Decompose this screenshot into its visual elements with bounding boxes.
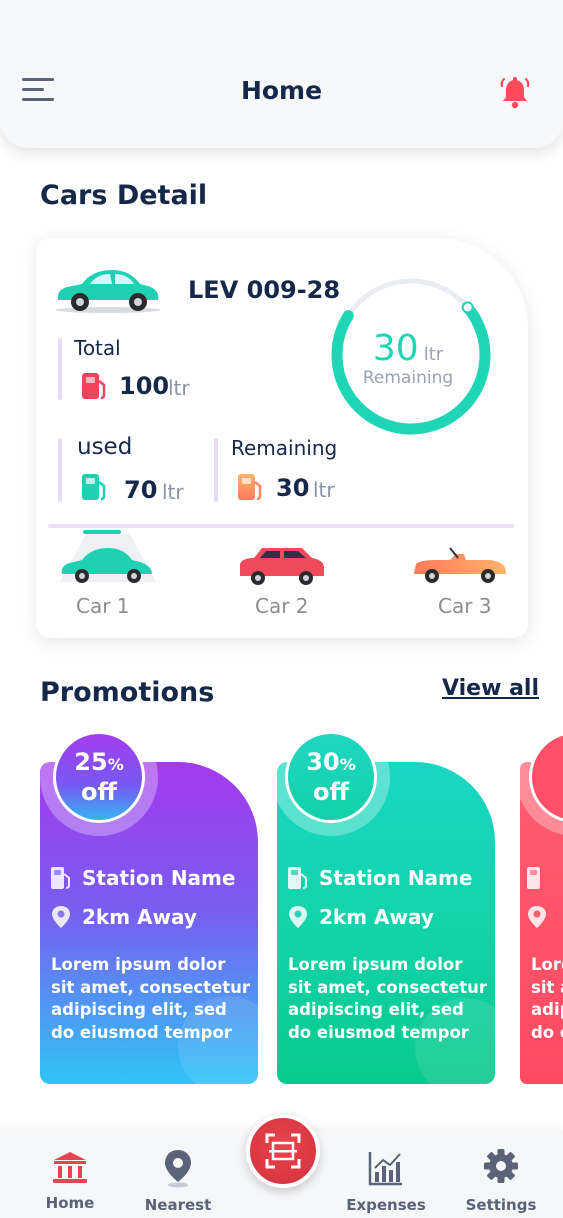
cars-detail-title: Cars Detail [40, 180, 208, 211]
fuel-station-icon [51, 867, 70, 889]
nav-home-label: Home [45, 1194, 95, 1212]
gauge-caption: Remaining [362, 368, 454, 388]
nav-settings[interactable]: Settings [451, 1130, 551, 1218]
used-value: 70 [124, 476, 158, 504]
license-plate: LEV 009-28 [188, 276, 341, 304]
nav-expenses-label: Expenses [346, 1196, 426, 1214]
scan-icon [265, 1133, 301, 1169]
car-detail-card: LEV 009-28 Total 100 ltr used 70 ltr Rem… [36, 238, 528, 638]
nav-settings-label: Settings [465, 1196, 537, 1214]
discount-value: 2 [532, 748, 563, 776]
used-label: used [77, 434, 133, 460]
stat-divider [214, 438, 218, 502]
station-name: Station Name [319, 866, 473, 890]
bank-icon [53, 1152, 87, 1183]
discount-value: 25 [74, 748, 108, 776]
fuel-station-icon [527, 867, 540, 889]
car-2-image[interactable] [236, 542, 328, 586]
discount-badge: 30% off [272, 718, 390, 836]
fuel-pump-icon [238, 474, 262, 501]
stat-divider [58, 438, 62, 502]
discount-percent-sign: % [107, 755, 124, 774]
total-unit: ltr [168, 376, 190, 400]
car-1-image[interactable] [56, 534, 160, 584]
nav-nearest[interactable]: Nearest [128, 1130, 228, 1218]
car-tab-2[interactable]: Car 2 [255, 594, 309, 618]
promotion-description: Lorem ipsum dolor sit amet, consectetur … [288, 955, 488, 1042]
location-pin-icon [165, 1150, 191, 1188]
discount-value: 30 [306, 748, 340, 776]
fuel-remaining-gauge: 30 ltr Remaining [328, 272, 498, 442]
discount-off-label: o [532, 778, 563, 806]
fuel-station-icon [288, 867, 307, 889]
selected-car-image [56, 270, 160, 313]
promotion-description: Lorem ipsum dolor sit amet, consectetur … [51, 955, 251, 1042]
discount-off-label: off [313, 778, 349, 806]
station-name: Station Name [82, 866, 236, 890]
view-all-link[interactable]: View all [442, 676, 539, 701]
page-title: Home [240, 76, 323, 105]
gauge-value: 30 [372, 328, 419, 369]
stat-divider [58, 338, 62, 400]
scan-button[interactable] [246, 1114, 320, 1188]
promotion-description: Lorem ipsum dolor sit amet, consectetur … [531, 955, 563, 1042]
total-label: Total [74, 336, 121, 360]
discount-percent-sign: % [339, 755, 356, 774]
fuel-pump-icon [82, 474, 106, 501]
location-pin-icon [528, 906, 546, 928]
promotions-title: Promotions [40, 677, 215, 708]
car-tab-3[interactable]: Car 3 [438, 594, 492, 618]
distance: 2km Away [319, 905, 434, 929]
remaining-label: Remaining [231, 436, 338, 460]
promotion-card-3-clip: Lorem ipsum dolor sit amet, consectetur … [516, 718, 563, 1088]
nav-expenses[interactable]: Expenses [336, 1130, 436, 1218]
gauge-unit: ltr [423, 344, 444, 365]
fuel-pump-icon [82, 373, 106, 400]
location-pin-icon [289, 906, 307, 928]
nav-nearest-label: Nearest [144, 1196, 212, 1214]
bell-icon[interactable] [498, 76, 532, 110]
used-unit: ltr [162, 480, 184, 504]
discount-off-label: off [81, 778, 117, 806]
remaining-unit: ltr [313, 478, 335, 502]
total-value: 100 [119, 372, 170, 400]
bar-chart-icon [368, 1152, 402, 1186]
car-tab-1[interactable]: Car 1 [76, 594, 130, 618]
gear-icon [484, 1149, 518, 1183]
location-pin-icon [52, 906, 70, 928]
discount-badge: 25% off [40, 718, 158, 836]
app-header: Home [0, 0, 563, 148]
nav-home[interactable]: Home [20, 1130, 120, 1218]
distance: 2km Away [82, 905, 197, 929]
remaining-value: 30 [276, 474, 310, 502]
car-tabs-divider [48, 524, 514, 528]
car-3-image[interactable] [410, 544, 510, 586]
